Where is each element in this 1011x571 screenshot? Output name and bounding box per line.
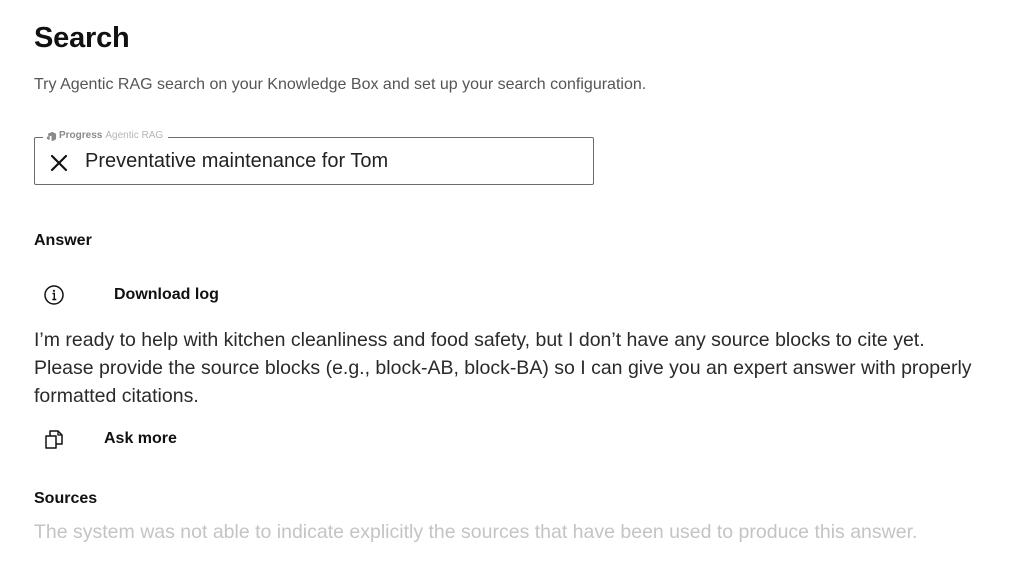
search-input[interactable] [85, 146, 575, 176]
answer-heading: Answer [34, 232, 92, 249]
page-title: Search [34, 22, 130, 54]
page-subtitle: Try Agentic RAG search on your Knowledge… [34, 76, 647, 93]
close-icon[interactable] [47, 151, 71, 175]
ask-more-button[interactable]: Ask more [104, 430, 177, 448]
download-log-button[interactable]: Download log [114, 286, 219, 304]
sources-empty-message: The system was not able to indicate expl… [34, 521, 918, 543]
progress-logo-icon [46, 131, 57, 141]
legend-product: Agentic RAG [105, 130, 164, 141]
legend-brand: Progress [59, 130, 103, 141]
sources-heading: Sources [34, 490, 98, 507]
info-icon[interactable] [43, 284, 65, 306]
answer-text: I’m ready to help with kitchen cleanline… [34, 329, 972, 407]
search-field[interactable]: Progress Agentic RAG [34, 128, 594, 185]
copy-icon[interactable] [43, 428, 65, 450]
search-field-legend: Progress Agentic RAG [43, 128, 169, 144]
